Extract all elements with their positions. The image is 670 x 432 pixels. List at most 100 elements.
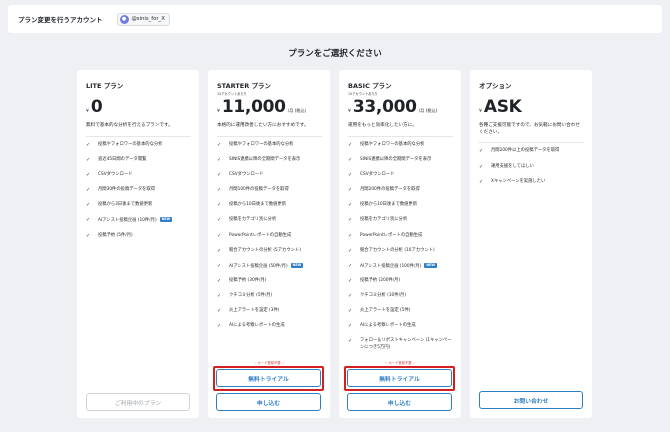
feature-text: 投稿をカテゴリ別に分析 [229, 217, 322, 224]
basic-apply-button[interactable]: 申し込む [347, 393, 452, 411]
feature-text: クチコミ分析 (10件/月) [360, 293, 453, 300]
feature-item: ✓ 投稿をカテゴリ別に分析 [217, 217, 322, 232]
feature-item: ✓ CSVダウンロード [86, 172, 191, 187]
check-icon: ✓ [217, 157, 222, 164]
starter-apply-button[interactable]: 申し込む [216, 393, 321, 411]
feature-label: PowerPointレポートの自動生成 [360, 232, 423, 238]
feature-item: ✓ 月間30件の投稿データを取得 [86, 187, 191, 202]
feature-item: ✓ 直近45日間のデータ閲覧 [86, 157, 191, 172]
feature-text: PowerPointレポートの自動生成 [360, 233, 453, 240]
feature-text: 月間100件の投稿データを取得 [229, 187, 322, 194]
feature-text: 投稿予約 (30件/月) [229, 278, 322, 285]
check-icon: ✓ [217, 142, 222, 148]
feature-item: ✓ SINIS連携以降の全期間データを表示 [348, 157, 453, 172]
feature-item: ✓ 競合アカウントの分析 (5アカウント) [217, 248, 322, 263]
feature-label: AIによる考察レポートの生成 [360, 323, 416, 329]
feature-label: AIアシスト投稿企画 (50件/月) [229, 263, 288, 269]
feature-list: ✓ 投稿やフォロワーの基本的な分析 ✓ 直近45日間のデータ閲覧 ✓ CSVダウンロード ✓… [86, 136, 191, 248]
user-avatar-icon: ● [119, 14, 129, 24]
feature-text: SINIS連携以降の全期間データを表示 [229, 157, 322, 164]
plan-name: オプション [479, 82, 512, 90]
feature-label: 炎上アラートを設定 (5件) [360, 308, 411, 314]
feature-item: ✓ AIアシスト投稿企画 (10件/月) NEW [86, 217, 191, 232]
feature-item: ✓ 炎上アラートを設定 (3件) [217, 308, 322, 323]
feature-item: ✓ 投稿をカテゴリ別に分析 [348, 217, 453, 232]
feature-item: ✓ AIによる考察レポートの生成 [217, 323, 322, 338]
feature-item: ✓ PowerPointレポートの自動生成 [217, 233, 322, 248]
feature-item: ✓ AIアシスト投稿企画 (100件/月) NEW [348, 262, 453, 278]
plan-card-lite: LITE プラン ¥ 0 無料で基本的な分析を行えるプランです。 ✓ 投稿やフォロ… [77, 70, 199, 418]
contact-button[interactable]: お問い合わせ [479, 391, 583, 409]
feature-label: Xキャンペーンを実施したい [491, 178, 546, 184]
check-icon: ✓ [86, 157, 91, 164]
feature-text: 直近45日間のデータ閲覧 [98, 157, 191, 164]
price-value: 33,000 [352, 97, 417, 117]
check-icon: ✓ [217, 323, 222, 330]
check-icon: ✓ [86, 232, 91, 239]
check-icon: ✓ [217, 247, 222, 254]
feature-label: 投稿から10日後まで数値更新 [360, 202, 418, 208]
feature-text: Xキャンペーンを実施したい [491, 179, 584, 186]
feature-text: 炎上アラートを設定 (3件) [229, 308, 322, 315]
feature-label: 運用支援をしてほしい [491, 163, 534, 169]
feature-text: CSVダウンロード [360, 172, 453, 179]
check-icon: ✓ [479, 148, 484, 155]
new-badge: NEW [159, 217, 173, 223]
price-value: 11,000 [221, 97, 286, 117]
feature-text: PowerPointレポートの自動生成 [229, 233, 322, 240]
yen-symbol: ¥ [86, 109, 89, 114]
check-icon: ✓ [348, 338, 353, 345]
feature-text: 投稿やフォロワーの基本的な分析 [229, 142, 322, 149]
check-icon: ✓ [217, 277, 222, 284]
feature-text: AIによる考察レポートの生成 [360, 323, 453, 330]
starter-trial-button[interactable]: 無料トライアル [216, 369, 321, 387]
account-name: @sinis_for_X [131, 16, 165, 22]
check-icon: ✓ [217, 172, 222, 179]
trial-note: ＼ カード登録不要 ／ [384, 361, 416, 365]
feature-text: CSVダウンロード [229, 172, 322, 179]
price-value: 0 [90, 97, 103, 117]
check-icon: ✓ [348, 217, 353, 224]
account-bar: プラン変更を行うアカウント ● @sinis_for_X [8, 5, 662, 33]
feature-item: ✓ 運用支援をしてほしい [479, 164, 584, 179]
plan-description: 無料で基本的な分析を行えるプランです。 [86, 123, 173, 128]
check-icon: ✓ [86, 187, 91, 194]
check-icon: ✓ [217, 292, 222, 299]
new-badge: NEW [290, 262, 304, 268]
check-icon: ✓ [348, 277, 353, 284]
plan-card-option: オプション ¥ ASK 各種ご支援可能ですので、お気軽にお問い合わせください。 … [470, 70, 592, 418]
feature-label: クチコミ分析 (5件/月) [229, 292, 273, 298]
feature-label: 直近45日間のデータ閲覧 [98, 157, 147, 163]
feature-item: ✓ 競合アカウントの分析 (10アカウント) [348, 248, 453, 263]
feature-item: ✓ 月間100件の投稿データを取得 [217, 187, 322, 202]
feature-item: ✓ CSVダウンロード [348, 172, 453, 187]
feature-label: 投稿から10日後まで数値更新 [229, 202, 287, 208]
plan-description: 各種ご支援可能ですので、お気軽にお問い合わせください。 [479, 123, 580, 136]
check-icon: ✓ [348, 187, 353, 194]
check-icon: ✓ [348, 142, 353, 148]
yen-symbol: ¥ [217, 109, 220, 114]
price: ¥ ASK [479, 97, 584, 117]
feature-label: 投稿をカテゴリ別に分析 [229, 217, 277, 223]
feature-label: SINIS連携以降の全期間データを表示 [360, 157, 432, 163]
feature-label: CSVダウンロード [229, 172, 264, 178]
new-badge: NEW [424, 262, 438, 268]
feature-text: 投稿から3日後まで数値更新 [98, 202, 191, 209]
feature-label: SINIS連携以降の全期間データを表示 [229, 157, 301, 163]
feature-label: 投稿をカテゴリ別に分析 [360, 217, 408, 223]
check-icon: ✓ [348, 323, 353, 330]
feature-item: ✓ クチコミ分析 (5件/月) [217, 293, 322, 308]
feature-text: 月間30件の投稿データを取得 [98, 187, 191, 194]
page-title: プランをご選択ください [288, 49, 382, 59]
feature-label: AIアシスト投稿企画 (100件/月) [360, 263, 422, 269]
plan-name: STARTER プラン [217, 82, 271, 90]
feature-text: AIアシスト投稿企画 (10件/月) NEW [98, 217, 191, 225]
feature-item: ✓ 投稿やフォロワーの基本的な分析 [348, 142, 453, 157]
feature-label: 炎上アラートを設定 (3件) [229, 308, 280, 314]
account-chip[interactable]: ● @sinis_for_X [116, 12, 170, 26]
feature-item: ✓ クチコミ分析 (10件/月) [348, 293, 453, 308]
basic-trial-button[interactable]: 無料トライアル [347, 369, 452, 387]
feature-text: 月間200件以上の投稿データを取得 [491, 148, 584, 155]
feature-label: 投稿予約 (5件/月) [98, 232, 133, 238]
account-bar-label: プラン変更を行うアカウント [18, 16, 103, 24]
